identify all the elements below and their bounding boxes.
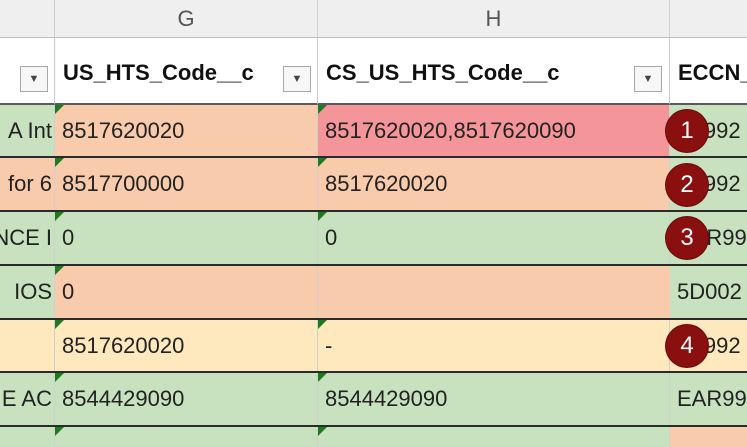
comment-indicator-icon [318,373,327,382]
cell-text: 8517620020,8517620090 [325,117,576,143]
badge-number: 4 [680,332,694,359]
cell-text: 8517620020 [325,171,448,196]
cell-us-hts[interactable]: 8517700000 [55,158,318,210]
cell-cs-us-hts[interactable]: 8544429090 [318,373,670,425]
column-header-f[interactable] [0,0,55,38]
cell-text: - [325,332,333,358]
table-row [0,427,747,447]
column-header-h[interactable]: H [318,0,670,38]
header-eccn: ECCN_ [678,60,747,85]
cell-us-hts[interactable]: 0 [55,212,318,264]
cell-us-hts[interactable]: 8544429090 [55,373,318,425]
cell-text: IOS [14,279,52,304]
cell-cs-us-hts[interactable]: 8517620020 [318,158,670,210]
filter-dropdown-icon[interactable]: ▼ [20,66,48,92]
comment-indicator-icon [318,158,327,167]
table-row: E AC 8544429090 8544429090 EAR99 [0,373,747,427]
cell-text: 8517620020 [62,332,185,358]
badge-number: 3 [680,224,694,251]
header-cs-us-hts-code: CS_US_HTS_Code__c [326,60,560,85]
cell-text: A Int [7,117,52,143]
cell-text: 5D002 [677,279,742,304]
cell-text: E AC [1,386,52,411]
annotation-badge-4: 4 [666,325,708,367]
cell-f[interactable]: IOS [0,266,55,318]
cell-us-hts[interactable] [55,427,318,447]
badge-number: 1 [680,117,694,144]
cell-us-hts[interactable]: 8517620020 [55,320,318,371]
header-cell-i[interactable]: ECCN_ [670,38,747,105]
badge-number: 2 [680,171,694,198]
annotation-badge-2: 2 [666,164,708,206]
cell-cs-us-hts[interactable]: 8517620020,8517620090 [318,105,670,156]
table-header-row: ▼ US_HTS_Code__c ▼ CS_US_HTS_Code__c ▼ E… [0,38,747,105]
table-row: NCE I 0 0 EAR99 [0,212,747,266]
cell-cs-us-hts[interactable]: - [318,320,670,371]
table-row: for 6 8517700000 8517620020 5A992 [0,158,747,212]
cell-eccn[interactable] [670,427,747,447]
column-header-i[interactable] [670,0,747,38]
cell-f[interactable]: NCE I [0,212,55,264]
table-row: A Int 8517620020 8517620020,8517620090 5… [0,105,747,158]
comment-indicator-icon [318,427,327,436]
cell-text: 0 [62,279,75,304]
cell-f[interactable] [0,320,55,371]
cell-text: NCE I [0,225,52,250]
comment-indicator-icon [55,105,64,114]
cell-cs-us-hts[interactable] [318,427,670,447]
cell-eccn[interactable]: 5D002 [670,266,747,318]
header-cell-g[interactable]: US_HTS_Code__c ▼ [55,38,318,105]
cell-us-hts[interactable]: 0 [55,266,318,318]
table-row: 8517620020 - 5A992 [0,320,747,373]
column-letter-h: H [485,5,502,31]
column-letter-g: G [177,5,195,31]
column-header-g[interactable]: G [55,0,318,38]
cell-text: 0 [62,225,75,250]
comment-indicator-icon [55,373,64,382]
comment-indicator-icon [55,158,64,167]
cell-us-hts[interactable]: 8517620020 [55,105,318,156]
annotation-badge-1: 1 [666,110,708,152]
cell-text: 8544429090 [325,386,448,411]
table-row: IOS 0 5D002 [0,266,747,320]
comment-indicator-icon [55,266,64,275]
cell-text: 8517700000 [62,171,185,196]
cell-text: 8517620020 [62,117,185,143]
cell-f[interactable]: A Int [0,105,55,156]
filter-dropdown-icon[interactable]: ▼ [634,66,662,92]
cell-f[interactable]: for 6 [0,158,55,210]
cell-f[interactable] [0,427,55,447]
comment-indicator-icon [55,212,64,221]
cell-eccn[interactable]: EAR99 [670,373,747,425]
cell-text: EAR99 [677,386,747,411]
cell-text: 8544429090 [62,386,185,411]
header-cell-h[interactable]: CS_US_HTS_Code__c ▼ [318,38,670,105]
cell-cs-us-hts[interactable] [318,266,670,318]
cell-cs-us-hts[interactable]: 0 [318,212,670,264]
cell-f[interactable]: E AC [0,373,55,425]
cell-text: for 6 [7,171,52,196]
header-us-hts-code: US_HTS_Code__c [63,60,254,85]
cell-text: 0 [325,225,338,250]
annotation-badge-3: 3 [666,217,708,259]
comment-indicator-icon [318,212,327,221]
header-cell-f[interactable]: ▼ [0,38,55,105]
comment-indicator-icon [55,427,64,436]
comment-indicator-icon [318,105,327,114]
comment-indicator-icon [55,320,64,329]
filter-dropdown-icon[interactable]: ▼ [283,66,311,92]
comment-indicator-icon [318,320,327,329]
